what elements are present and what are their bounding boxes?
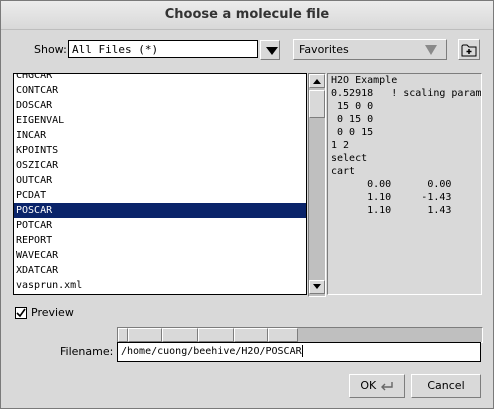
file-list-item[interactable]: OUTCAR <box>14 173 306 188</box>
file-list-item[interactable]: OSZICAR <box>14 158 306 173</box>
preview-line: select <box>331 153 368 164</box>
chevron-down-icon <box>266 47 278 55</box>
favorites-button[interactable]: Favorites <box>293 39 447 60</box>
filename-value: /home/cuong/beehive/H2O/POSCAR <box>121 346 302 357</box>
window-title: Choose a molecule file <box>164 7 330 22</box>
enter-key-icon <box>380 382 393 391</box>
file-filter-select[interactable]: All Files (*) <box>68 40 280 60</box>
preview-line: 1.10 1.43 0 <box>331 205 482 216</box>
triangle-down-icon <box>425 45 437 55</box>
file-list-item[interactable]: POTCAR <box>14 218 306 233</box>
new-folder-button[interactable] <box>458 39 480 60</box>
preview-line: 15 0 0 <box>331 101 374 112</box>
preview-line: 0.00 0.00 0 <box>331 179 482 190</box>
path-segment[interactable] <box>118 328 128 342</box>
title-bar[interactable]: Choose a molecule file <box>1 1 493 30</box>
path-segment[interactable] <box>162 328 198 342</box>
filename-label: Filename: <box>60 345 114 358</box>
preview-line: H2O Example <box>331 75 398 86</box>
file-filter-value[interactable]: All Files (*) <box>68 40 258 58</box>
file-list-item[interactable]: XDATCAR <box>14 263 306 278</box>
preview-line: 1.10 -1.43 0 <box>331 192 482 203</box>
preview-line: 1 2 <box>331 140 350 151</box>
file-preview-pane: H2O Example 0.52918 ! scaling param 15 0 … <box>327 73 482 295</box>
file-list-item[interactable]: WAVECAR <box>14 248 306 263</box>
file-list-scrollbar[interactable] <box>308 73 326 297</box>
file-list-item[interactable]: POSCAR <box>14 203 306 218</box>
ok-label: OK <box>360 379 377 392</box>
file-list-item[interactable]: CONTCAR <box>14 83 306 98</box>
file-list-item[interactable]: REPORT <box>14 233 306 248</box>
cancel-button[interactable]: Cancel <box>411 374 481 398</box>
cancel-label: Cancel <box>427 379 465 392</box>
path-scrollbar[interactable] <box>117 327 483 343</box>
file-list-item[interactable]: CHGCAR <box>14 74 306 83</box>
file-list-item[interactable]: KPOINTS <box>14 143 306 158</box>
file-list-item[interactable]: DOSCAR <box>14 98 306 113</box>
filename-input[interactable]: /home/cuong/beehive/H2O/POSCAR <box>117 342 481 362</box>
file-list-item[interactable]: INCAR <box>14 128 306 143</box>
filter-dropdown-button[interactable] <box>260 40 280 60</box>
ok-button[interactable]: OK <box>349 374 405 398</box>
path-segment[interactable] <box>268 328 298 342</box>
new-folder-icon <box>461 44 477 57</box>
path-segment[interactable] <box>198 328 234 342</box>
file-list[interactable]: CHGCAR CONTCAR DOSCAR EIGENVAL INCAR KPOINTS O… <box>13 73 307 295</box>
scroll-thumb[interactable] <box>309 90 325 118</box>
scroll-down-button[interactable] <box>309 280 325 294</box>
checkmark-icon <box>16 308 26 318</box>
favorites-label: Favorites <box>299 43 349 56</box>
preview-line: 0.52918 ! scaling param <box>331 88 482 99</box>
preview-label[interactable]: Preview <box>31 306 74 319</box>
preview-line: 0 15 0 <box>331 114 374 125</box>
file-list-item[interactable]: PCDAT <box>14 188 306 203</box>
preview-line: 0 0 15 <box>331 127 374 138</box>
preview-checkbox[interactable] <box>15 307 27 319</box>
path-segment[interactable] <box>234 328 268 342</box>
preview-line: cart <box>331 166 356 177</box>
arrow-down-icon <box>313 284 321 289</box>
text-caret <box>301 345 303 357</box>
path-segment[interactable] <box>128 328 162 342</box>
file-list-item[interactable]: EIGENVAL <box>14 113 306 128</box>
scroll-up-button[interactable] <box>309 74 325 88</box>
file-chooser-dialog: Choose a molecule file Show: All Files (… <box>0 0 494 409</box>
show-label: Show: <box>34 43 67 56</box>
arrow-up-icon <box>313 79 321 84</box>
file-list-item[interactable]: vasprun.xml <box>14 278 306 293</box>
